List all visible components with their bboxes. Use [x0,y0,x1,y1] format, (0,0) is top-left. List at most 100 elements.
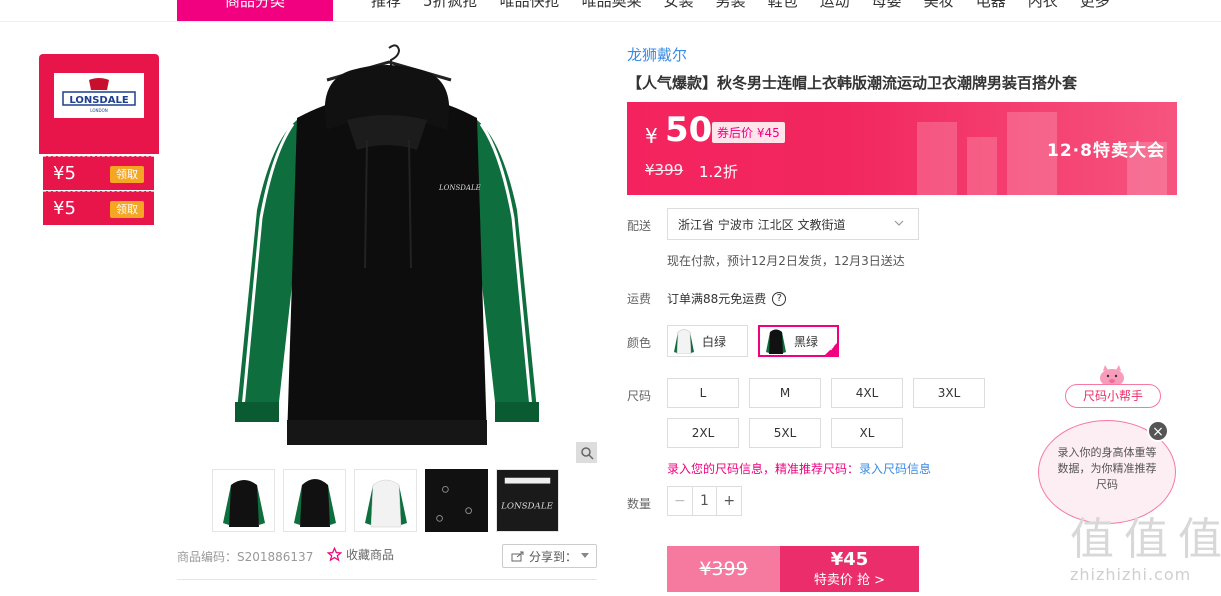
thumbnail-strip: LONSDALE [212,469,559,532]
white-green-swatch-icon [674,329,694,354]
size-option-4xl[interactable]: 4XL [831,378,903,408]
brand-card[interactable]: LONSDALE LONDON [39,54,159,154]
size-option-5xl[interactable]: 5XL [749,418,821,448]
color-option-black-green[interactable]: 黑绿 [758,325,839,357]
svg-text:LONSDALE: LONSDALE [500,502,554,512]
shipping-info: 订单满88元免运费 ? [667,290,787,307]
thumbnail-fabric-detail[interactable] [425,469,488,532]
lonsdale-logo-icon: LONSDALE LONDON [62,77,136,113]
nav-item[interactable]: 电器 [965,0,1017,12]
original-price: ¥399 [645,161,684,179]
color-option-label: 黑绿 [794,334,819,349]
after-coupon-badge: 券后价 ¥45 [712,122,785,143]
thumbnail-black-green-front[interactable] [212,469,275,532]
share-button[interactable]: 分享到： [502,544,597,568]
price-currency: ¥ [645,124,658,148]
svg-text:LONSDALE: LONSDALE [438,184,481,192]
hoodie-thumb-icon [364,479,407,528]
nav-item[interactable]: 唯品快抢 [489,0,571,12]
product-title: 【人气爆款】秋冬男士连帽上衣韩版潮流运动卫衣潮牌男装百搭外套 [627,74,1078,92]
buy-action-label: 特卖价 抢 > [813,573,886,588]
delivery-label: 配送 [627,219,652,233]
size-help-text: 录入您的尺码信息，精准推荐尺码： [667,462,860,476]
size-label: 尺码 [627,389,652,403]
main-product-image[interactable]: LONSDALE [177,40,597,460]
promo-banner-text: 12·8特卖大会 [1047,141,1165,161]
price-panel: ¥ 50 券后价 ¥45 ¥399 1.2折 12·8特卖大会 [627,102,1177,195]
nav-item[interactable]: 美妆 [913,0,965,12]
nav-item[interactable]: 女装 [653,0,705,12]
share-label: 分享到： [529,549,578,564]
size-option-3xl[interactable]: 3XL [913,378,985,408]
close-icon[interactable]: × [1147,420,1169,442]
current-price: 50 [665,110,713,150]
hoodie-image: LONSDALE [233,44,541,445]
watermark: 值 值 值 zhizhizhi.com [1070,515,1221,585]
thumbnail-logo-detail[interactable]: LONSDALE [496,469,559,532]
size-option-l[interactable]: L [667,378,739,408]
coupon-claim-button[interactable]: 领取 [110,166,144,183]
chevron-down-icon [894,220,904,226]
share-icon [511,551,524,562]
nav-item[interactable]: 运动 [809,0,861,12]
favorite-button[interactable]: 收藏商品 [327,546,394,563]
shipping-text: 订单满88元免运费 [667,292,767,306]
brand-link[interactable]: 龙狮戴尔 [627,44,687,65]
size-option-2xl[interactable]: 2XL [667,418,739,448]
size-option-xl[interactable]: XL [831,418,903,448]
magnifier-icon [580,446,594,460]
svg-text:LONDON: LONDON [90,108,107,113]
top-navigation: 商品分类 推荐 5折疯抢 唯品快抢 唯品奥莱 女装 男装 鞋包 运动 母婴 美妆… [0,0,1221,22]
color-label: 颜色 [627,336,652,350]
size-assistant: 尺码小帮手 录入你的身高体重等数据，为你精准推荐尺码 × [1035,360,1185,530]
quantity-increase-button[interactable]: + [716,487,741,515]
size-help-link[interactable]: 录入尺码信息 [859,462,931,476]
quantity-stepper: − 1 + [667,486,742,516]
thumbnail-white-green[interactable] [354,469,417,532]
fabric-detail-icon [436,485,472,522]
nav-item[interactable]: 内衣 [1017,0,1069,12]
logo-detail-icon: LONSDALE [500,477,554,512]
category-menu-button[interactable]: 商品分类 [177,0,333,21]
size-option-m[interactable]: M [749,378,821,408]
quantity-label: 数量 [627,497,652,511]
nav-item[interactable]: 5折疯抢 [412,0,489,12]
star-icon [327,547,342,562]
coupon-claim-button[interactable]: 领取 [110,201,144,218]
discount-rate: 1.2折 [699,163,738,181]
buy-now-button[interactable]: ¥45 特卖价 抢 > [780,546,919,592]
nav-item[interactable]: 母婴 [861,0,913,12]
size-assistant-title[interactable]: 尺码小帮手 [1065,384,1161,408]
nav-item[interactable]: 推荐 [360,0,412,12]
nav-item-more[interactable]: 更多 [1069,0,1121,12]
coupon: ¥5 领取 [43,191,154,225]
quantity-value[interactable]: 1 [693,487,717,515]
color-option-label: 白绿 [702,334,727,349]
nav-item[interactable]: 唯品奥莱 [571,0,653,12]
quantity-decrease-button[interactable]: − [668,487,693,515]
nav-items: 推荐 5折疯抢 唯品快抢 唯品奥莱 女装 男装 鞋包 运动 母婴 美妆 电器 内… [360,0,1121,12]
hoodie-thumb-icon [222,480,265,527]
address-text: 浙江省 宁波市 江北区 文教街道 [678,217,846,232]
buy-price: ¥45 [830,549,869,570]
nav-item[interactable]: 鞋包 [757,0,809,12]
coupon-amount: ¥5 [53,163,76,184]
hoodie-thumb-icon [293,479,336,527]
question-icon[interactable]: ? [772,291,787,306]
color-option-white-green[interactable]: 白绿 [667,325,748,357]
watermark-url: zhizhizhi.com [1070,565,1192,584]
delivery-estimate: 现在付款，预计12月2日发货，12月3日送达 [667,254,905,268]
gallery-footer: 商品编码：S201886137 收藏商品 分享到： [177,543,597,580]
thumbnail-black-green-back[interactable] [283,469,346,532]
size-help: 录入您的尺码信息，精准推荐尺码：录入尺码信息 [667,460,931,477]
nav-item[interactable]: 男装 [705,0,757,12]
buy-original-price: ¥399 [667,546,780,592]
sku-code: 商品编码：S201886137 [177,550,314,564]
chevron-down-icon [581,553,590,558]
zoom-button[interactable] [576,442,597,463]
selected-check-icon [824,342,838,356]
address-selector[interactable]: 浙江省 宁波市 江北区 文教街道 [667,208,919,240]
shipping-label: 运费 [627,292,652,306]
favorite-label: 收藏商品 [346,548,395,562]
coupon-amount: ¥5 [53,198,76,219]
